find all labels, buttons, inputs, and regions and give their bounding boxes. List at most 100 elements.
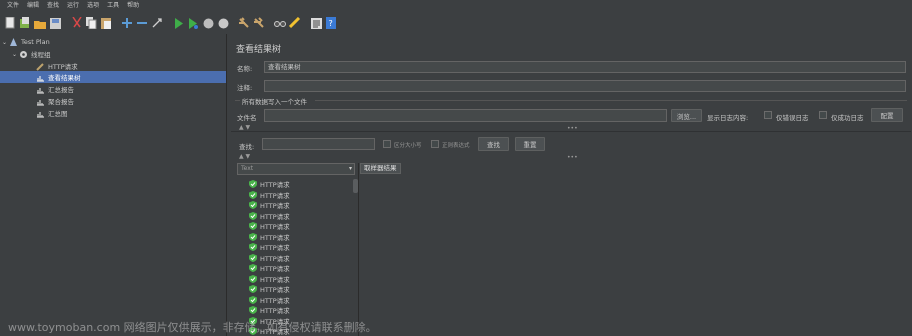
panel-title: 查看结果树 bbox=[236, 45, 282, 55]
success-only-label: 仅成功日志 bbox=[831, 114, 864, 122]
success-shield-icon bbox=[249, 201, 257, 209]
function-helper-icon[interactable] bbox=[309, 16, 323, 30]
collapse-arrow-icon[interactable]: ⌄ bbox=[12, 51, 19, 58]
success-shield-icon bbox=[249, 190, 257, 199]
pipette-icon bbox=[36, 62, 45, 71]
listener-chart-icon bbox=[36, 73, 45, 82]
find-button[interactable]: 查找 bbox=[478, 137, 509, 151]
comment-label: 注释: bbox=[237, 84, 253, 92]
regex-checkbox[interactable] bbox=[431, 140, 439, 148]
success-shield-icon bbox=[249, 222, 257, 230]
menu-edit[interactable]: 编辑 bbox=[23, 0, 43, 11]
menu-search[interactable]: 查找 bbox=[43, 0, 63, 11]
search-input[interactable] bbox=[262, 138, 375, 150]
result-item[interactable]: HTTP请求 bbox=[249, 232, 290, 242]
test-plan-icon bbox=[9, 37, 18, 47]
copy-icon[interactable] bbox=[84, 16, 98, 30]
result-item[interactable]: HTTP请求 bbox=[249, 242, 290, 252]
listener-chart-icon bbox=[36, 109, 45, 118]
collapse-arrows-icon[interactable]: ▲ ▼ bbox=[239, 153, 250, 161]
start-no-pause-icon[interactable] bbox=[186, 16, 200, 30]
tree-item-test-plan[interactable]: ⌄ Test Plan bbox=[2, 36, 50, 48]
divider bbox=[231, 131, 911, 132]
paste-icon[interactable] bbox=[99, 16, 113, 30]
expand-icon[interactable] bbox=[120, 16, 134, 30]
success-only-checkbox[interactable] bbox=[819, 111, 827, 119]
result-item[interactable]: HTTP请求 bbox=[249, 179, 290, 189]
result-item[interactable]: HTTP请求 bbox=[249, 263, 290, 273]
search-icon[interactable] bbox=[273, 16, 287, 30]
configure-button[interactable]: 配置 bbox=[871, 108, 903, 122]
case-sensitive-checkbox[interactable] bbox=[383, 140, 391, 148]
result-item[interactable]: HTTP请求 bbox=[249, 274, 290, 284]
clear-icon[interactable] bbox=[237, 16, 251, 30]
tab-sampler-result[interactable]: 取样器结果 bbox=[360, 163, 401, 174]
collapse-arrow-icon[interactable]: ⌄ bbox=[2, 39, 9, 46]
log-content-label: 显示日志内容: bbox=[707, 114, 749, 122]
shutdown-icon[interactable] bbox=[216, 16, 230, 30]
success-shield-icon bbox=[249, 243, 257, 251]
filename-field[interactable] bbox=[264, 109, 667, 122]
templates-icon[interactable] bbox=[18, 16, 32, 30]
open-icon[interactable] bbox=[33, 16, 47, 30]
watermark: www.toymoban.com 网络图片仅供展示，非存储，如有侵权请联系删除。 bbox=[8, 321, 377, 334]
result-item[interactable]: HTTP请求 bbox=[249, 190, 290, 200]
tree-item-thread-group[interactable]: ⌄ 线程组 bbox=[12, 48, 51, 60]
menu-file[interactable]: 文件 bbox=[3, 0, 23, 11]
result-item[interactable]: HTTP请求 bbox=[249, 200, 290, 210]
success-shield-icon bbox=[249, 264, 257, 272]
success-shield-icon bbox=[249, 253, 257, 262]
save-icon[interactable] bbox=[48, 16, 62, 30]
case-sensitive-label: 区分大小写 bbox=[394, 143, 422, 149]
menu-help[interactable]: 帮助 bbox=[123, 0, 143, 11]
tree-item-aggregate-report[interactable]: 聚合报告 bbox=[36, 95, 74, 107]
success-shield-icon bbox=[249, 180, 257, 188]
renderer-select[interactable]: Text ▾ bbox=[237, 163, 355, 175]
group-border bbox=[315, 100, 907, 101]
success-shield-icon bbox=[249, 295, 257, 304]
results-scrollbar[interactable] bbox=[353, 177, 358, 336]
new-icon[interactable] bbox=[3, 16, 17, 30]
reset-button[interactable]: 重置 bbox=[515, 137, 545, 151]
toolbar: ? bbox=[0, 12, 912, 34]
filename-label: 文件名 bbox=[237, 114, 257, 122]
result-item[interactable]: HTTP请求 bbox=[249, 284, 290, 294]
scrollbar-thumb[interactable] bbox=[353, 179, 358, 193]
success-shield-icon bbox=[249, 306, 257, 314]
test-plan-tree: ⌄ Test Plan ⌄ 线程组 HTTP请求 查看结果树 汇总报告 聚合报告… bbox=[0, 34, 226, 336]
split-pane-divider[interactable] bbox=[226, 34, 230, 336]
results-list-panel: Text ▾ HTTP请求 HTTP请求 HTTP请求 HTTP请求 HTTP请… bbox=[237, 163, 359, 336]
name-label: 名称: bbox=[237, 65, 253, 73]
menu-run[interactable]: 运行 bbox=[63, 0, 83, 11]
result-item[interactable]: HTTP请求 bbox=[249, 211, 290, 221]
file-group-label: 所有数据写入一个文件 bbox=[242, 98, 307, 106]
stop-icon[interactable] bbox=[201, 16, 215, 30]
result-item[interactable]: HTTP请求 bbox=[249, 295, 290, 305]
reset-search-icon[interactable] bbox=[288, 16, 302, 30]
help-icon[interactable]: ? bbox=[324, 16, 338, 30]
view-results-tree-panel: 查看结果树 名称: 查看结果树 注释: 所有数据写入一个文件 文件名 浏览...… bbox=[231, 34, 912, 336]
clear-all-icon[interactable] bbox=[252, 16, 266, 30]
name-field[interactable]: 查看结果树 bbox=[264, 61, 906, 73]
result-detail-panel bbox=[362, 175, 912, 336]
tree-item-view-results-tree[interactable]: 查看结果树 bbox=[0, 71, 226, 83]
collapse-icon[interactable] bbox=[135, 16, 149, 30]
tree-item-summary-report[interactable]: 汇总报告 bbox=[36, 83, 74, 95]
start-icon[interactable] bbox=[171, 16, 185, 30]
tree-item-summary-graph[interactable]: 汇总图 bbox=[36, 107, 68, 119]
menu-options[interactable]: 选项 bbox=[83, 0, 103, 11]
result-item[interactable]: HTTP请求 bbox=[249, 305, 290, 315]
result-item[interactable]: HTTP请求 bbox=[249, 253, 290, 263]
result-item[interactable]: HTTP请求 bbox=[249, 221, 290, 231]
svg-text:?: ? bbox=[329, 19, 333, 28]
menu-tools[interactable]: 工具 bbox=[103, 0, 123, 11]
success-shield-icon bbox=[249, 285, 257, 293]
drag-handle-icon[interactable]: ••• bbox=[567, 154, 578, 162]
menu-bar: 文件 编辑 查找 运行 选项 工具 帮助 bbox=[0, 0, 912, 11]
comment-field[interactable] bbox=[264, 80, 906, 92]
cut-icon[interactable] bbox=[69, 16, 83, 30]
group-border bbox=[235, 100, 240, 101]
browse-button[interactable]: 浏览... bbox=[671, 109, 702, 122]
errors-only-checkbox[interactable] bbox=[764, 111, 772, 119]
toggle-icon[interactable] bbox=[150, 16, 164, 30]
